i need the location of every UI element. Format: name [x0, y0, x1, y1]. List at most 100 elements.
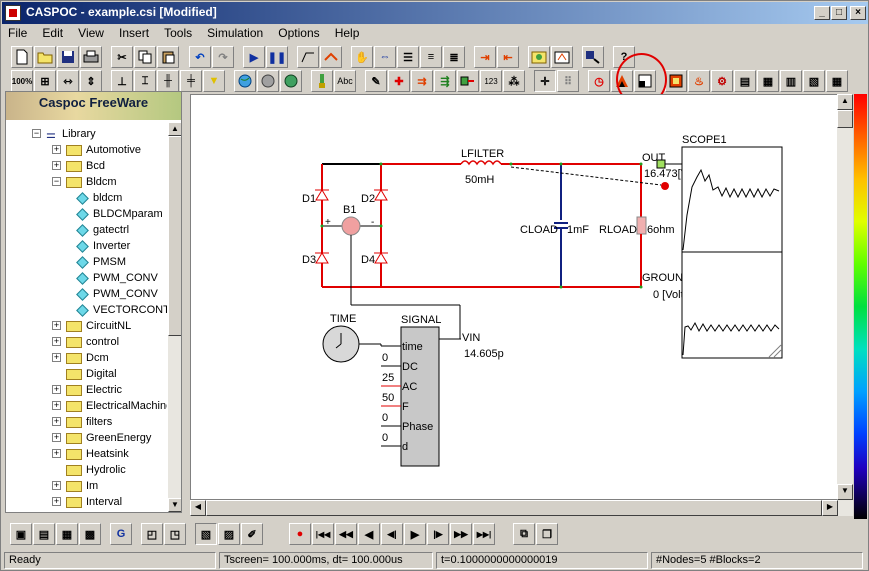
record-button[interactable]: ●: [289, 523, 311, 545]
expand-icon[interactable]: +: [52, 401, 61, 410]
report-icon[interactable]: ▥: [780, 70, 802, 92]
parameters-icon[interactable]: ≣: [443, 46, 465, 68]
bus-arrow-icon[interactable]: ⇶: [434, 70, 456, 92]
table-icon[interactable]: ▦: [826, 70, 848, 92]
expand-icon[interactable]: +: [52, 337, 61, 346]
tree-item-control[interactable]: + control: [52, 334, 119, 350]
diode-d3[interactable]: [315, 252, 329, 264]
globe-icon[interactable]: [234, 70, 256, 92]
tree-item-filters[interactable]: + filters: [52, 414, 112, 430]
zoom-width-icon[interactable]: ⇿: [57, 70, 79, 92]
notes-view-icon[interactable]: ▤: [33, 523, 55, 545]
connect-arrow-icon[interactable]: ⇉: [411, 70, 433, 92]
tree-item-bldcm[interactable]: − Bldcm: [52, 174, 117, 190]
step-back-frame-button[interactable]: ◀|: [381, 523, 403, 545]
list-view-icon[interactable]: ☰: [397, 46, 419, 68]
node-symbol-icon[interactable]: ╫: [157, 70, 179, 92]
step-backward-button[interactable]: ◀: [358, 523, 380, 545]
redo-icon[interactable]: ↷: [212, 46, 234, 68]
new-file-icon[interactable]: [11, 46, 33, 68]
tree-item-interval[interactable]: + Interval: [52, 494, 122, 510]
node-out-marker[interactable]: [656, 159, 666, 169]
tree-item-automotive[interactable]: + Automotive: [52, 142, 141, 158]
resistor-rload[interactable]: [636, 216, 647, 235]
scroll-thumb[interactable]: [837, 110, 853, 128]
tree-item-pwm-conv-1[interactable]: PWM_CONV: [72, 270, 158, 286]
tree-item-greenenergy[interactable]: + GreenEnergy: [52, 430, 151, 446]
component-view-icon[interactable]: ▩: [79, 523, 101, 545]
node-cross-icon[interactable]: ✚: [388, 70, 410, 92]
copy-icon[interactable]: [134, 46, 156, 68]
caspoc-app-icon[interactable]: [5, 5, 21, 21]
step-forward-frame-button[interactable]: |▶: [427, 523, 449, 545]
refresh-icon[interactable]: G: [110, 523, 132, 545]
scroll-thumb[interactable]: [168, 136, 181, 336]
menu-simulation[interactable]: Simulation: [201, 24, 269, 42]
image-view-icon[interactable]: ▧: [195, 523, 217, 545]
tree-item-electric[interactable]: + Electric: [52, 382, 122, 398]
scroll-left-icon[interactable]: ◀: [190, 500, 206, 516]
undo-icon[interactable]: ↶: [189, 46, 211, 68]
fast-forward-button[interactable]: ▶▶: [450, 523, 472, 545]
ground-symbol-icon[interactable]: ⊥: [111, 70, 133, 92]
paint-icon[interactable]: ✐: [241, 523, 263, 545]
tree-item-vectorcont[interactable]: VECTORCONT: [72, 302, 167, 318]
rewind-to-start-button[interactable]: |◀◀: [312, 523, 334, 545]
random-icon[interactable]: ⁂: [503, 70, 525, 92]
tree-item-bcd[interactable]: + Bcd: [52, 158, 105, 174]
play-button[interactable]: ▶: [404, 523, 426, 545]
schematic-view-icon[interactable]: ▣: [10, 523, 32, 545]
save-icon[interactable]: [57, 46, 79, 68]
menu-tools[interactable]: Tools: [158, 24, 198, 42]
scroll-right-icon[interactable]: ▶: [822, 500, 838, 516]
collapse-icon[interactable]: −: [32, 129, 41, 138]
tree-item-digital[interactable]: Digital: [66, 366, 117, 382]
library-icon[interactable]: [528, 46, 550, 68]
scroll-thumb[interactable]: [206, 500, 822, 516]
scroll-down-icon[interactable]: ▼: [168, 498, 181, 512]
tree-item-gatectrl[interactable]: gatectrl: [72, 222, 129, 238]
tree-item-pwm-conv-2[interactable]: PWM_CONV: [72, 286, 158, 302]
properties-icon[interactable]: ≡: [420, 46, 442, 68]
expand-icon[interactable]: +: [52, 145, 61, 154]
menu-options[interactable]: Options: [272, 24, 325, 42]
expand-icon[interactable]: +: [52, 481, 61, 490]
spreadsheet-icon[interactable]: ▧: [803, 70, 825, 92]
tree-item-pmsm[interactable]: PMSM: [72, 254, 126, 270]
expand-icon[interactable]: +: [52, 417, 61, 426]
terminal-symbol-icon[interactable]: ╪: [180, 70, 202, 92]
diode-d1[interactable]: [315, 189, 329, 201]
motor-icon[interactable]: ⚙: [711, 70, 733, 92]
scroll-up-icon[interactable]: ▲: [837, 94, 853, 110]
inductor-lfilter[interactable]: [460, 160, 502, 166]
pencil-icon[interactable]: ✎: [365, 70, 387, 92]
zoom-fit-icon[interactable]: ⊞: [34, 70, 56, 92]
print-icon[interactable]: [80, 46, 102, 68]
probe-icon[interactable]: [311, 70, 333, 92]
library-scrollbar[interactable]: ▲ ▼: [168, 122, 181, 512]
menu-help[interactable]: Help: [329, 24, 366, 42]
hand-pan-icon[interactable]: ✋: [351, 46, 373, 68]
diode-d4[interactable]: [374, 252, 388, 264]
tree-item-bldcm-model[interactable]: bldcm: [72, 190, 122, 206]
forward-to-end-button[interactable]: ▶▶|: [473, 523, 495, 545]
compile-icon[interactable]: [582, 46, 604, 68]
zoom-100-button[interactable]: 100%: [11, 70, 33, 92]
tree-item-library[interactable]: − ⚌ Library: [32, 126, 96, 142]
tree-item-hydrolic[interactable]: Hydrolic: [66, 462, 126, 478]
maximize-button[interactable]: □: [831, 6, 847, 20]
tree-item-circuitnl[interactable]: + CircuitNL: [52, 318, 131, 334]
mechanical-icon[interactable]: [280, 70, 302, 92]
canvas-horizontal-scrollbar[interactable]: ◀ ▶: [190, 500, 853, 516]
grid-icon[interactable]: ⠿: [557, 70, 579, 92]
lamp-symbol-icon[interactable]: ▼: [203, 70, 225, 92]
tree-item-dcm[interactable]: + Dcm: [52, 350, 109, 366]
thermal-icon[interactable]: ♨: [688, 70, 710, 92]
line-tool-icon[interactable]: [320, 46, 342, 68]
expand-icon[interactable]: +: [52, 433, 61, 442]
diode-d2[interactable]: [374, 189, 388, 201]
duplicate-window-icon[interactable]: ❐: [536, 523, 558, 545]
document-icon[interactable]: ▤: [734, 70, 756, 92]
flip-vertical-icon[interactable]: ⇤: [497, 46, 519, 68]
folder-view-icon[interactable]: ▨: [218, 523, 240, 545]
